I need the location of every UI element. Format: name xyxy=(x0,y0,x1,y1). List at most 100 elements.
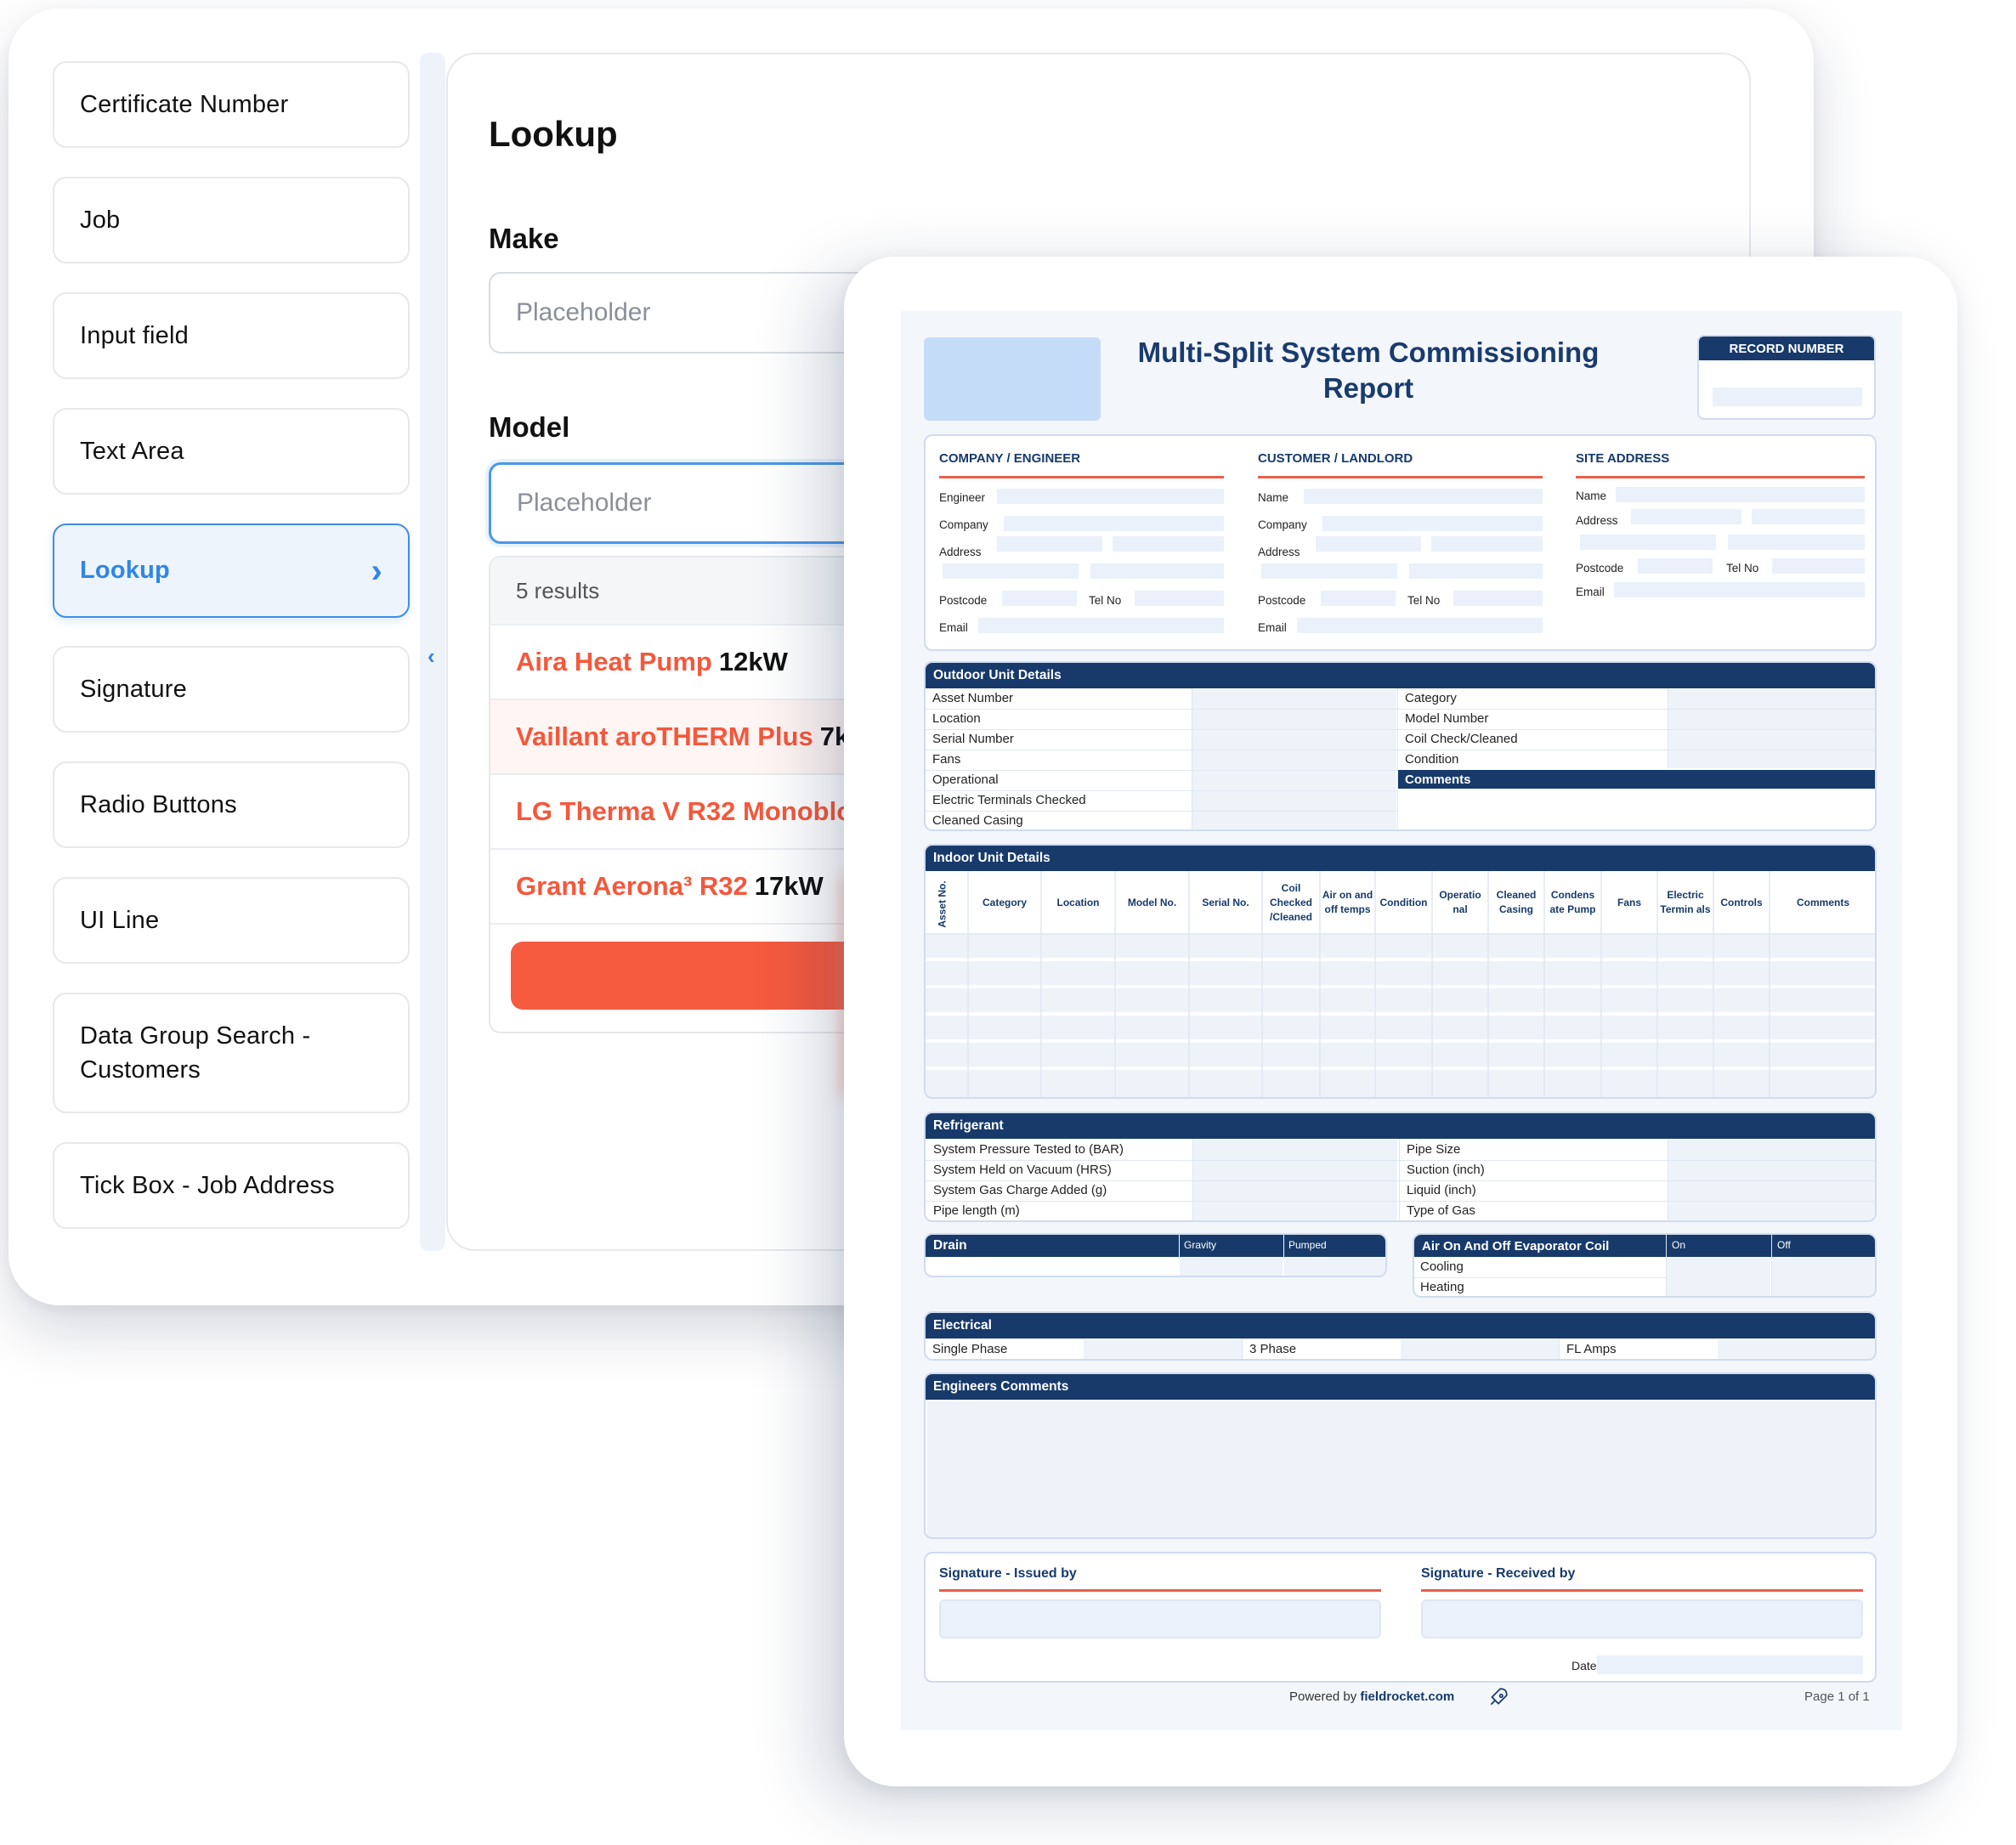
three-phase-field[interactable] xyxy=(1401,1339,1559,1359)
address-label: Address xyxy=(1258,546,1300,558)
postcode-field[interactable] xyxy=(1321,591,1396,606)
sidebar-item-tick-box[interactable]: Tick Box - Job Address xyxy=(53,1142,410,1229)
sidebar-item-input-field[interactable]: Input field xyxy=(53,292,410,379)
signatures-section: Signature - Issued by Signature - Receiv… xyxy=(924,1552,1877,1683)
name-field[interactable] xyxy=(1304,489,1543,504)
page-number: Page 1 of 1 xyxy=(1804,1689,1870,1704)
record-number-field[interactable] xyxy=(1713,388,1862,406)
pumped-field[interactable] xyxy=(1284,1258,1385,1276)
tel-field[interactable] xyxy=(1453,591,1543,606)
suction-label: Suction (inch) xyxy=(1407,1163,1485,1177)
model-label: Model xyxy=(489,411,570,443)
address-field[interactable] xyxy=(1580,535,1716,550)
email-field[interactable] xyxy=(978,618,1224,633)
heading-underline xyxy=(1576,476,1865,478)
sidebar-item-text-area[interactable]: Text Area xyxy=(53,408,410,495)
powered-by: Powered by fieldrocket.com xyxy=(1289,1689,1455,1704)
engineers-comments-section: Engineers Comments xyxy=(924,1372,1877,1539)
sidebar-item-ui-line[interactable]: UI Line xyxy=(53,877,410,964)
sidebar-item-certificate-number[interactable]: Certificate Number xyxy=(53,61,410,148)
engineer-field[interactable] xyxy=(997,489,1224,504)
fl-amps-field[interactable] xyxy=(1718,1339,1875,1359)
sidebar-item-data-group-search[interactable]: Data Group Search - Customers xyxy=(53,993,410,1113)
single-phase-label: Single Phase xyxy=(932,1342,1008,1356)
cleaned-casing-label: Cleaned Casing xyxy=(932,813,1023,828)
fl-amps-label: FL Amps xyxy=(1566,1342,1617,1356)
chevron-left-icon[interactable]: ‹ xyxy=(428,643,435,670)
address-field[interactable] xyxy=(1090,563,1224,579)
outdoor-values-left[interactable] xyxy=(1192,689,1396,829)
email-field[interactable] xyxy=(1614,582,1865,597)
column-divider xyxy=(1559,1338,1560,1359)
signature-received-field[interactable] xyxy=(1421,1599,1863,1638)
postcode-field[interactable] xyxy=(1002,591,1077,606)
postcode-field[interactable] xyxy=(1638,558,1713,574)
email-field[interactable] xyxy=(1297,618,1543,633)
row-line xyxy=(926,1201,1875,1202)
engineer-label: Engineer xyxy=(939,491,986,504)
address-field[interactable] xyxy=(1261,563,1397,579)
off-label: Off xyxy=(1777,1239,1791,1251)
record-number-box: RECORD NUMBER xyxy=(1697,335,1876,420)
address-field[interactable] xyxy=(1316,536,1421,552)
page-title: Lookup xyxy=(489,114,618,154)
air-on-off-section: Air On And Off Evaporator Coil On Off Co… xyxy=(1413,1233,1877,1298)
indoor-grid xyxy=(926,871,1875,1097)
single-phase-field[interactable] xyxy=(1084,1339,1242,1359)
row-line xyxy=(1397,709,1875,710)
gravity-label: Gravity xyxy=(1184,1239,1217,1251)
row-line xyxy=(926,729,1397,730)
name-label: Name xyxy=(1258,491,1289,504)
customer-heading: CUSTOMER / LANDLORD xyxy=(1258,451,1413,466)
tel-field[interactable] xyxy=(1772,558,1865,574)
sidebar-item-lookup[interactable]: Lookup › xyxy=(53,524,410,618)
company-field[interactable] xyxy=(1004,516,1224,531)
heating-label: Heating xyxy=(1420,1280,1464,1294)
brand-name: fieldrocket.com xyxy=(1360,1689,1455,1704)
asset-number-label: Asset Number xyxy=(932,691,1014,705)
gravity-field[interactable] xyxy=(1180,1258,1283,1276)
tel-label: Tel No xyxy=(1726,562,1759,574)
address-field[interactable] xyxy=(997,536,1102,552)
address-field[interactable] xyxy=(1409,563,1543,579)
gas-type-label: Type of Gas xyxy=(1407,1203,1475,1218)
engineers-comments-heading: Engineers Comments xyxy=(926,1374,1875,1400)
signature-issued-label: Signature - Issued by xyxy=(939,1566,1077,1581)
tel-field[interactable] xyxy=(1135,591,1224,606)
address-field[interactable] xyxy=(1113,536,1224,552)
address-label: Address xyxy=(939,546,982,558)
sidebar-item-signature[interactable]: Signature xyxy=(53,646,410,733)
company-heading: COMPANY / ENGINEER xyxy=(939,451,1081,466)
chevron-right-icon: › xyxy=(371,552,382,590)
name-field[interactable] xyxy=(1616,487,1865,502)
pumped-label: Pumped xyxy=(1288,1239,1327,1251)
date-field[interactable] xyxy=(1597,1655,1863,1674)
contact-info-box: COMPANY / ENGINEER Engineer Company Addr… xyxy=(924,434,1877,651)
condition-label: Condition xyxy=(1405,752,1459,767)
off-fields[interactable] xyxy=(1772,1258,1875,1296)
row-line xyxy=(926,770,1397,771)
comments-heading: Comments xyxy=(1398,770,1875,789)
sidebar-item-radio-buttons[interactable]: Radio Buttons xyxy=(53,761,410,848)
name-label: Name xyxy=(1576,490,1607,502)
address-field[interactable] xyxy=(1631,509,1741,524)
on-fields[interactable] xyxy=(1667,1258,1770,1296)
engineers-comments-field[interactable] xyxy=(927,1401,1875,1537)
address-field[interactable] xyxy=(1728,535,1865,550)
electrical-heading: Electrical xyxy=(926,1313,1875,1338)
address-field[interactable] xyxy=(943,563,1079,579)
logo-placeholder xyxy=(924,337,1101,421)
heading-underline xyxy=(939,476,1224,478)
liquid-label: Liquid (inch) xyxy=(1407,1183,1476,1197)
category-label: Category xyxy=(1405,691,1457,705)
company-field[interactable] xyxy=(1322,516,1543,531)
heading-underline xyxy=(1258,476,1543,478)
postcode-label: Postcode xyxy=(1258,594,1306,607)
address-field[interactable] xyxy=(1752,509,1865,524)
sidebar-item-job[interactable]: Job xyxy=(53,177,410,263)
signature-issued-field[interactable] xyxy=(939,1599,1381,1638)
tel-label: Tel No xyxy=(1089,594,1122,607)
drain-section: Drain Gravity Pumped xyxy=(924,1233,1387,1277)
address-field[interactable] xyxy=(1431,536,1543,552)
email-label: Email xyxy=(1258,621,1287,634)
